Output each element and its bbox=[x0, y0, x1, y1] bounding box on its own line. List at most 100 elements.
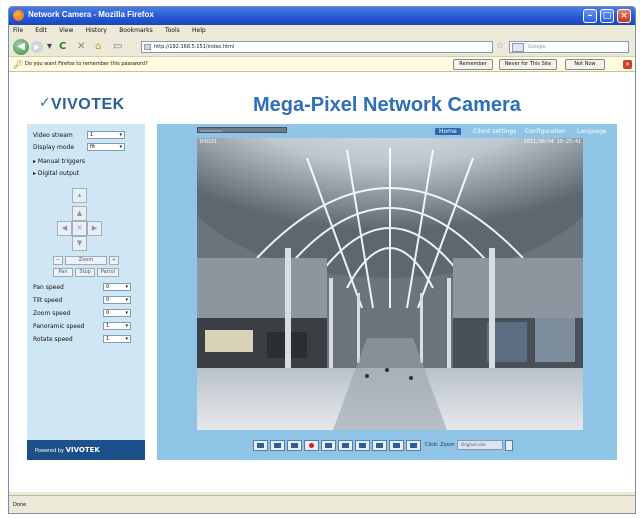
bookmark-star-icon[interactable]: ☆ bbox=[496, 41, 504, 51]
zoom-speed-label: Zoom speed bbox=[33, 310, 71, 317]
notification-message: Do you want Firefox to remember this pas… bbox=[25, 61, 148, 67]
left-control-panel: Video stream 1 ▾ Display mode fit ▾ ▸ Ma… bbox=[27, 124, 145, 460]
panoramic-speed-select[interactable]: 1 ▾ bbox=[103, 322, 131, 330]
pan-speed-select[interactable]: 0 ▾ bbox=[103, 283, 131, 291]
speaker-icon bbox=[342, 443, 349, 448]
chevron-down-icon: ▾ bbox=[119, 132, 122, 138]
menu-file[interactable]: File bbox=[13, 25, 23, 37]
minimize-button[interactable]: – bbox=[583, 9, 597, 23]
video-stream-select[interactable]: 1 ▾ bbox=[87, 131, 125, 139]
manual-triggers-toggle[interactable]: ▸ Manual triggers bbox=[33, 158, 85, 165]
page-icon: ▭ bbox=[113, 41, 123, 52]
manual-triggers-label: Manual triggers bbox=[37, 158, 86, 165]
zoom-icon bbox=[393, 443, 400, 448]
status-text: Done bbox=[13, 502, 27, 508]
firefox-icon bbox=[13, 10, 24, 21]
osd-camera-label: IP8151 bbox=[199, 139, 218, 145]
chevron-down-icon: ▾ bbox=[125, 310, 128, 316]
snapshot-button[interactable] bbox=[253, 440, 268, 451]
camera-image bbox=[197, 138, 583, 430]
display-mode-value: fit bbox=[90, 144, 96, 150]
url-text: http://192.168.5.151/index.html bbox=[154, 44, 235, 50]
search-placeholder: Google bbox=[528, 44, 546, 50]
chevron-down-icon: ▾ bbox=[125, 284, 128, 290]
window-icon bbox=[410, 443, 417, 448]
digital-output-toggle[interactable]: ▸ Digital output bbox=[33, 170, 79, 177]
menu-edit[interactable]: Edit bbox=[35, 25, 47, 37]
fullscreen-icon bbox=[376, 443, 383, 448]
live-video-view[interactable]: IP8151 2011/08/04 10:25:41 bbox=[197, 138, 583, 430]
never-for-site-button[interactable]: Never for This Site bbox=[499, 59, 557, 70]
nav-configuration-link[interactable]: Configuration bbox=[525, 128, 566, 135]
microphone-icon bbox=[359, 443, 366, 448]
volume-button[interactable] bbox=[321, 440, 336, 451]
full-screen-button[interactable] bbox=[372, 440, 387, 451]
stop-icon[interactable]: ✕ bbox=[77, 41, 85, 53]
close-notification-icon[interactable]: × bbox=[623, 60, 632, 69]
pip-button[interactable] bbox=[406, 440, 421, 451]
zoom-in-button[interactable]: + bbox=[109, 256, 119, 265]
click-zoom-label: Click: Zoom bbox=[425, 442, 455, 448]
digital-zoom-button[interactable] bbox=[389, 440, 404, 451]
menu-tools[interactable]: Tools bbox=[165, 25, 180, 37]
zoom-size-value: Original size bbox=[461, 442, 486, 447]
back-button[interactable]: ◀ bbox=[13, 39, 29, 55]
history-dropdown-icon[interactable]: ▾ bbox=[47, 41, 52, 53]
menu-view[interactable]: View bbox=[59, 25, 73, 37]
remember-button[interactable]: Remember bbox=[453, 59, 493, 70]
ptz-left-button[interactable]: ◀ bbox=[57, 221, 72, 236]
patrol-button[interactable]: Patrol bbox=[97, 268, 119, 277]
chevron-down-icon: ▾ bbox=[125, 297, 128, 303]
volume-icon bbox=[325, 443, 332, 448]
maximize-button[interactable]: □ bbox=[600, 9, 614, 23]
ptz-right-button[interactable]: ▶ bbox=[87, 221, 102, 236]
nav-language-link[interactable]: Language bbox=[577, 128, 607, 135]
page-content: ✓ VIVOTEK Mega-Pixel Network Camera Vide… bbox=[9, 72, 635, 492]
top-navigation: Home Client settings Configuration Langu… bbox=[157, 127, 617, 137]
rotate-speed-select[interactable]: 1 ▾ bbox=[103, 335, 131, 343]
search-engine-icon[interactable] bbox=[512, 43, 524, 52]
stop-button[interactable]: Stop bbox=[75, 268, 95, 277]
ptz-up-button[interactable]: ▲ bbox=[72, 206, 87, 221]
powered-by-label: Powered by bbox=[35, 448, 64, 454]
zoom-size-select[interactable]: Original size bbox=[457, 440, 503, 450]
logo-text: VIVOTEK bbox=[51, 96, 125, 113]
zoom-size-dropdown-button[interactable] bbox=[505, 440, 513, 451]
talk-button[interactable] bbox=[355, 440, 370, 451]
display-mode-select[interactable]: fit ▾ bbox=[87, 143, 125, 151]
panoramic-speed-label: Panoramic speed bbox=[33, 323, 85, 330]
search-field[interactable]: Google bbox=[509, 41, 629, 53]
not-now-button[interactable]: Not Now bbox=[565, 59, 605, 70]
menu-help[interactable]: Help bbox=[192, 25, 206, 37]
zoom-out-button[interactable]: − bbox=[53, 256, 63, 265]
record-button[interactable] bbox=[304, 440, 319, 451]
home-icon[interactable]: ⌂ bbox=[95, 41, 101, 53]
tilt-speed-value: 0 bbox=[106, 297, 110, 303]
camera-icon bbox=[257, 443, 264, 448]
nav-home-link[interactable]: Home bbox=[435, 128, 461, 135]
site-favicon-icon bbox=[144, 44, 151, 50]
ptz-center-button[interactable]: ✕ bbox=[72, 221, 87, 236]
powered-by-badge: Powered by VIVOTEK bbox=[27, 440, 145, 460]
record-icon bbox=[309, 443, 314, 448]
forward-button[interactable]: ▶ bbox=[31, 41, 43, 53]
close-button[interactable]: × bbox=[617, 9, 631, 23]
pan-button[interactable]: Pan bbox=[53, 268, 73, 277]
digital-output-label: Digital output bbox=[37, 170, 80, 177]
pause-button[interactable] bbox=[270, 440, 285, 451]
menu-bookmarks[interactable]: Bookmarks bbox=[119, 25, 153, 37]
url-bar[interactable]: http://192.168.5.151/index.html bbox=[141, 41, 493, 53]
zoom-speed-select[interactable]: 0 ▾ bbox=[103, 309, 131, 317]
tilt-speed-select[interactable]: 0 ▾ bbox=[103, 296, 131, 304]
powered-by-brand: VIVOTEK bbox=[65, 446, 100, 454]
chevron-down-icon: ▾ bbox=[125, 323, 128, 329]
stop-video-button[interactable] bbox=[287, 440, 302, 451]
nav-client-settings-link[interactable]: Client settings bbox=[473, 128, 516, 135]
ptz-down-button[interactable]: ▼ bbox=[72, 236, 87, 251]
zoom-label: Zoom bbox=[65, 256, 107, 265]
mute-button[interactable] bbox=[338, 440, 353, 451]
reload-icon[interactable]: C bbox=[59, 41, 66, 53]
menu-history[interactable]: History bbox=[86, 25, 107, 37]
pan-speed-label: Pan speed bbox=[33, 284, 64, 291]
ptz-home-button[interactable]: ▴ bbox=[72, 188, 87, 203]
